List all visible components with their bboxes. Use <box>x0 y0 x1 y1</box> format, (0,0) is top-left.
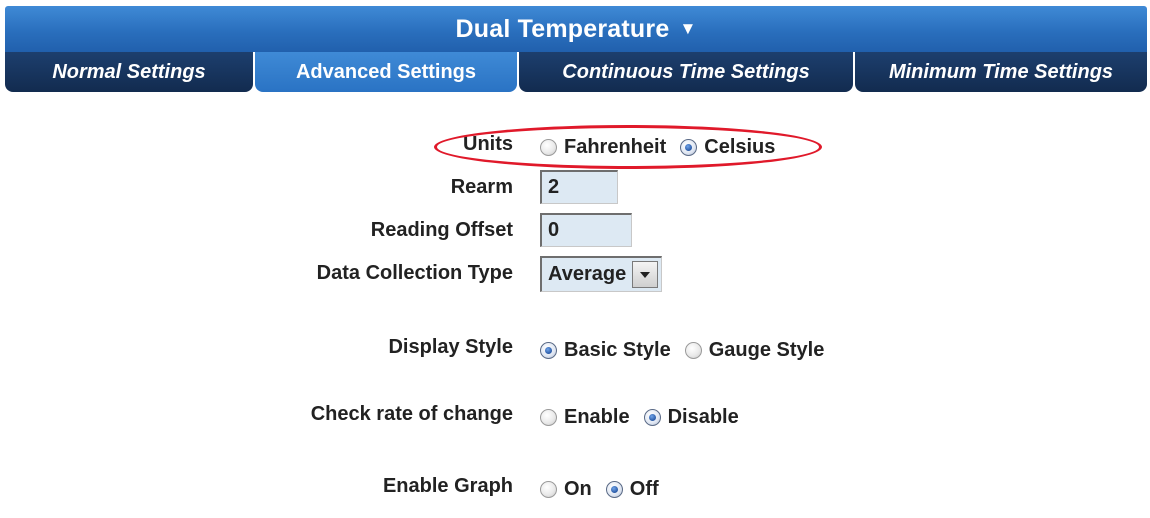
units-radio-group: Fahrenheit Celsius <box>540 136 789 159</box>
rearm-label: Rearm <box>450 176 513 198</box>
tab-normal-settings[interactable]: Normal Settings <box>5 52 253 92</box>
data-collection-type-select[interactable]: Average <box>540 256 663 292</box>
reading-offset-input[interactable] <box>540 213 632 247</box>
display-style-basic-radio[interactable] <box>540 342 557 359</box>
dropdown-caret-icon[interactable]: ▼ <box>679 19 696 39</box>
tab-advanced-settings[interactable]: Advanced Settings <box>255 52 517 92</box>
graph-off-label[interactable]: Off <box>630 478 659 501</box>
data-collection-type-value: Average <box>548 263 627 285</box>
units-fahrenheit-label[interactable]: Fahrenheit <box>564 136 666 159</box>
units-fahrenheit-radio[interactable] <box>540 139 557 156</box>
display-style-basic-label[interactable]: Basic Style <box>564 339 671 362</box>
device-title[interactable]: Dual Temperature ▼ <box>5 6 1147 52</box>
rate-change-disable-radio[interactable] <box>643 409 661 426</box>
reading-offset-control <box>540 213 632 247</box>
display-style-label: Display Style <box>388 336 513 358</box>
graph-off-radio[interactable] <box>605 481 623 498</box>
rate-change-enable-label[interactable]: Enable <box>564 406 630 429</box>
display-style-radio-group: Basic Style Gauge Style <box>540 339 838 362</box>
enable-graph-label: Enable Graph <box>382 475 513 497</box>
data-collection-type-label: Data Collection Type <box>316 262 513 284</box>
header-bar: Dual Temperature ▼ <box>5 6 1147 52</box>
graph-on-label[interactable]: On <box>564 478 592 501</box>
enable-graph-radio-group: On Off <box>540 478 673 501</box>
reading-offset-label: Reading Offset <box>370 219 513 241</box>
display-style-gauge-label[interactable]: Gauge Style <box>709 339 825 362</box>
settings-tabs: Normal Settings Advanced Settings Contin… <box>5 52 1147 92</box>
check-rate-of-change-label: Check rate of change <box>310 403 513 425</box>
chevron-down-icon <box>640 271 651 278</box>
display-style-gauge-radio[interactable] <box>684 342 702 359</box>
graph-on-radio[interactable] <box>540 481 557 498</box>
device-title-text: Dual Temperature <box>455 14 670 43</box>
check-rate-of-change-radio-group: Enable Disable <box>540 406 753 429</box>
rate-change-disable-label[interactable]: Disable <box>668 406 739 429</box>
rearm-input[interactable] <box>540 170 618 204</box>
settings-panel: Dual Temperature ▼ Normal Settings Advan… <box>0 0 1150 518</box>
units-celsius-label[interactable]: Celsius <box>704 136 775 159</box>
tab-minimum-time-settings[interactable]: Minimum Time Settings <box>855 52 1147 92</box>
rearm-control <box>540 170 618 204</box>
units-label: Units <box>463 133 513 155</box>
select-dropdown-button[interactable] <box>632 261 659 288</box>
rate-change-enable-radio[interactable] <box>540 409 557 426</box>
tab-continuous-time-settings[interactable]: Continuous Time Settings <box>519 52 853 92</box>
units-celsius-radio[interactable] <box>680 139 698 156</box>
data-collection-type-control: Average <box>540 256 663 292</box>
